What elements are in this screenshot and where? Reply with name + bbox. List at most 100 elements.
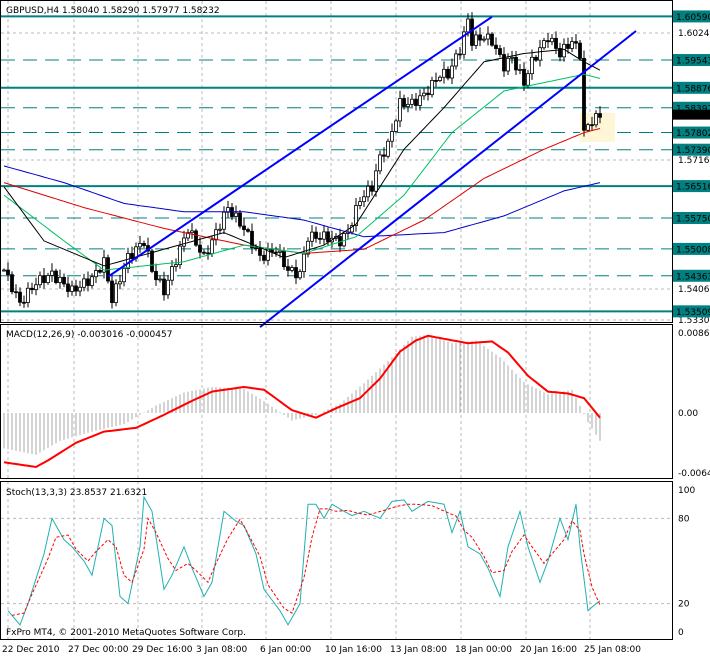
time-tick-label: 10 Jan 16:00 xyxy=(325,645,382,655)
candle-body xyxy=(394,120,398,132)
candle-body xyxy=(434,79,438,82)
candle-body xyxy=(542,40,546,49)
candle-body xyxy=(70,285,74,292)
candle-body xyxy=(526,73,530,86)
candle-body xyxy=(374,170,378,192)
candle-body xyxy=(182,237,186,247)
candle-body xyxy=(122,268,126,283)
candle-body xyxy=(26,287,30,303)
candle-body xyxy=(246,229,250,232)
ma-mid-line xyxy=(3,73,601,271)
candle-body xyxy=(426,92,430,96)
candle-body xyxy=(258,248,262,256)
candle-body xyxy=(238,212,242,227)
candle-body xyxy=(450,65,454,79)
candle-body xyxy=(522,68,526,86)
candle-body xyxy=(254,247,258,250)
candle-body xyxy=(322,231,326,240)
candle-body xyxy=(466,18,470,33)
candle-body xyxy=(438,76,442,81)
candle-body xyxy=(402,98,406,107)
level-price-label: 1.58876 xyxy=(676,84,710,94)
candle-body xyxy=(386,140,390,157)
candle-body xyxy=(382,154,386,157)
stoch-header: Stoch(13,3,3) 23.8537 21.6321 xyxy=(6,488,147,498)
axes: 22 Dec 2010 27 Dec 00:00 29 Dec 16:00 3 Jan… xyxy=(0,0,710,655)
candle-body xyxy=(554,37,558,49)
candle-body xyxy=(418,95,422,106)
candle-body xyxy=(478,34,482,41)
stoch-pane xyxy=(1,495,672,626)
candle-body xyxy=(94,270,98,278)
candle-body xyxy=(282,250,286,268)
ma-long-line xyxy=(3,165,601,238)
stoch-pane-frame xyxy=(0,481,673,640)
stoch-tick-label: 80 xyxy=(678,514,690,524)
candle-body xyxy=(546,40,550,43)
copyright: FxPro MT4, © 2001-2010 MetaQuotes Softwa… xyxy=(6,628,246,638)
candle-body xyxy=(290,267,294,271)
time-tick-label: 13 Jan 08:00 xyxy=(390,645,447,655)
candle-body xyxy=(286,266,290,271)
stoch-tick-label: 100 xyxy=(678,486,695,496)
candle-body xyxy=(514,56,518,71)
candle-body xyxy=(66,283,70,292)
candle-body xyxy=(314,231,318,239)
candle-body xyxy=(190,230,194,234)
candle-body xyxy=(422,92,426,97)
candle-body xyxy=(294,267,298,279)
level-price-label: 1.59543 xyxy=(676,57,710,67)
candle-body xyxy=(198,244,202,253)
level-price-label: 1.53509 xyxy=(676,308,710,318)
time-tick-label: 27 Dec 00:00 xyxy=(68,645,129,655)
ma-fast-line xyxy=(3,48,601,267)
stoch-signal-line xyxy=(11,503,601,616)
candle-body xyxy=(250,230,254,249)
candle-body xyxy=(2,269,6,272)
candle-body xyxy=(574,41,578,44)
price-tick-label: 1.60240 xyxy=(678,29,710,39)
candle-body xyxy=(406,103,410,107)
stoch-main-line xyxy=(7,495,601,626)
ma-slow-line xyxy=(3,128,601,254)
macd-header: MACD(12,26,9) -0.003016 -0.000457 xyxy=(6,330,172,340)
candle-body xyxy=(46,275,50,284)
chart-canvas[interactable]: 22 Dec 2010 27 Dec 00:00 29 Dec 16:00 3 Jan… xyxy=(0,0,710,656)
candle-body xyxy=(218,228,222,231)
candle-body xyxy=(78,286,82,292)
candle-body xyxy=(570,41,574,49)
candle-body xyxy=(62,276,66,285)
candle-body xyxy=(90,276,94,286)
level-price-label: 1.54363 xyxy=(676,272,710,282)
candle-body xyxy=(74,285,78,292)
level-price-label: 1.55008 xyxy=(676,245,710,255)
candle-body xyxy=(390,131,394,142)
stoch-tick-label: 0 xyxy=(678,628,684,638)
candle-body xyxy=(210,239,214,255)
level-price-label: 1.55750 xyxy=(676,215,710,225)
candle-body xyxy=(222,211,226,230)
candle-body xyxy=(34,284,38,291)
time-tick-label: 3 Jan 08:00 xyxy=(196,645,248,655)
candle-body xyxy=(370,185,374,192)
level-price-label: 1.60590 xyxy=(676,13,710,23)
macd-signal-line xyxy=(3,334,601,469)
level-price-label: 1.56516 xyxy=(676,183,710,193)
candle-body xyxy=(398,98,402,122)
candle-body xyxy=(414,98,418,106)
time-tick-label: 29 Dec 16:00 xyxy=(132,645,193,655)
candle-body xyxy=(298,271,302,279)
candle-body xyxy=(578,42,582,59)
candle-body xyxy=(126,253,130,269)
candle-body xyxy=(342,233,346,247)
candle-body xyxy=(366,185,370,198)
price-pane xyxy=(2,12,637,328)
price-tick-label: 1.54060 xyxy=(678,285,710,295)
candle-body xyxy=(598,113,602,118)
candle-body xyxy=(278,250,282,253)
candle-body xyxy=(410,98,414,105)
candle-body xyxy=(454,53,458,67)
candle-body xyxy=(566,43,570,49)
time-tick-label: 6 Jan 00:00 xyxy=(260,645,312,655)
candle-body xyxy=(170,266,174,281)
